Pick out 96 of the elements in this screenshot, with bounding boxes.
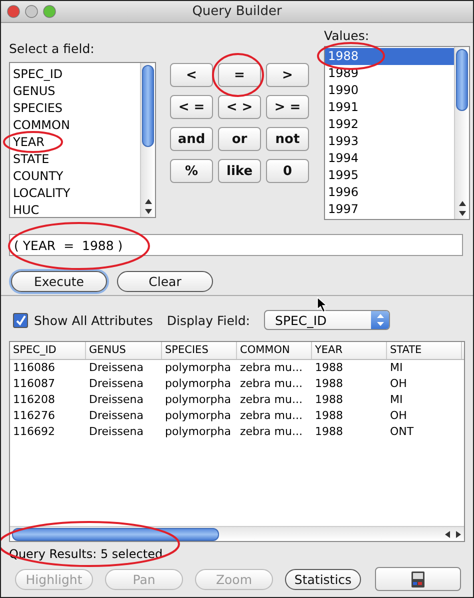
table-cell-text: 116087 xyxy=(12,376,56,392)
action-button[interactable]: Execute xyxy=(11,271,107,292)
field-item[interactable]: SPECIES xyxy=(10,100,140,118)
column-header[interactable]: GENUS xyxy=(86,342,162,359)
field-item[interactable]: STATE xyxy=(10,151,140,168)
annotation-ellipse xyxy=(212,53,264,97)
query-field[interactable]: ( YEAR = 1988 ) xyxy=(9,234,463,256)
value-item[interactable]: 1997 xyxy=(325,201,454,218)
table-cell-text: zebra mu... xyxy=(239,376,304,392)
table-cell-text: polymorpha xyxy=(164,408,232,424)
checkbox[interactable] xyxy=(13,312,28,328)
table-cell-text: Dreissena xyxy=(88,376,145,392)
save-button[interactable] xyxy=(375,567,461,591)
table-cell-text: polymorpha xyxy=(164,360,232,376)
table-cell-text: zebra mu... xyxy=(239,424,304,440)
field-item[interactable]: YEAR xyxy=(10,134,140,152)
table-cell-text: zebra mu... xyxy=(239,392,304,408)
table-cell-text: polymorpha xyxy=(164,424,232,440)
field-item[interactable]: LOCALITY xyxy=(10,185,140,202)
scrollbar[interactable] xyxy=(140,63,155,218)
operator-button[interactable]: not xyxy=(266,127,309,152)
table-cell-text: OH xyxy=(389,408,408,424)
table-cell-text: ONT xyxy=(389,424,415,440)
window-control-icon[interactable] xyxy=(25,5,38,18)
value-item[interactable]: 1992 xyxy=(325,116,454,134)
operator-button[interactable]: % xyxy=(170,159,213,184)
table-cell-text: 116208 xyxy=(12,392,56,408)
scroll-left-icon[interactable] xyxy=(444,530,451,538)
action-button[interactable]: Clear xyxy=(117,271,213,292)
field-item[interactable]: COMMON xyxy=(10,117,140,134)
field-list-label: Select a field: xyxy=(9,41,96,56)
table-cell-text: zebra mu... xyxy=(239,408,304,424)
field-list[interactable]: SPEC_ID GENUS SPECIES COMMON YEAR STATE COUNTY LOCALITY HUC xyxy=(9,62,156,218)
column-header[interactable]: YEAR xyxy=(312,342,387,359)
horizontal-scrollbar[interactable] xyxy=(10,526,464,541)
table-cell-text: Dreissena xyxy=(88,424,145,440)
table-cell-text: 1988 xyxy=(314,392,344,408)
window-title: Query Builder xyxy=(192,4,282,20)
table-cell-text: 1988 xyxy=(314,376,344,392)
table-cell-text: 1988 xyxy=(314,424,344,440)
scroll-up-icon[interactable] xyxy=(144,198,152,206)
table-cell-text: Dreissena xyxy=(88,392,145,408)
field-item[interactable]: SPEC_ID xyxy=(10,66,140,84)
table-cell-text: 1988 xyxy=(314,408,344,424)
field-item[interactable]: COUNTY xyxy=(10,168,140,186)
scroll-up-icon[interactable] xyxy=(458,200,466,208)
table-cell-text: Dreissena xyxy=(88,360,145,376)
value-item[interactable]: 1988 xyxy=(325,48,454,66)
operator-button[interactable]: or xyxy=(218,127,261,152)
scrollbar[interactable] xyxy=(454,47,469,220)
field-item[interactable]: HUC xyxy=(10,202,140,218)
column-header[interactable]: COMMON xyxy=(237,342,312,359)
toolbar-button[interactable]: Statistics xyxy=(285,568,361,590)
table-cell-text: polymorpha xyxy=(164,376,232,392)
column-header[interactable]: SPECIES xyxy=(162,342,237,359)
scroll-right-icon[interactable] xyxy=(455,530,462,538)
table-cell-text: OH xyxy=(389,376,408,392)
value-item[interactable]: 1993 xyxy=(325,133,454,150)
column-header[interactable]: STATE xyxy=(387,342,462,359)
cursor-icon xyxy=(317,297,327,313)
value-item[interactable]: 1990 xyxy=(325,82,454,100)
window-control-icon[interactable] xyxy=(7,5,20,18)
table-cell-text: 116692 xyxy=(12,424,56,440)
annotation-ellipse xyxy=(3,131,63,153)
field-item[interactable]: GENUS xyxy=(10,83,140,100)
table-cell-text: Dreissena xyxy=(88,408,145,424)
window-control-icon[interactable] xyxy=(43,5,56,18)
operator-button[interactable]: = xyxy=(218,63,261,88)
value-item[interactable]: 1996 xyxy=(325,184,454,202)
column-header[interactable]: SPEC_ID xyxy=(10,342,86,359)
table-cell-text: zebra mu... xyxy=(239,360,304,376)
table-cell-text: 1988 xyxy=(314,360,344,376)
display-field-label: Display Field: xyxy=(166,312,250,328)
table-cell-text: 116086 xyxy=(12,360,56,376)
operator-button[interactable]: < > xyxy=(218,95,261,120)
stepper-icon xyxy=(376,314,384,326)
operator-button[interactable]: and xyxy=(170,127,213,152)
operator-button[interactable]: > = xyxy=(266,95,309,120)
display-field-select[interactable]: SPEC_ID xyxy=(264,310,390,330)
operator-button[interactable]: 0 xyxy=(266,159,309,184)
table-cell-text: polymorpha xyxy=(164,392,232,408)
value-item[interactable]: 1995 xyxy=(325,167,454,184)
values-label: Values: xyxy=(324,29,370,44)
table-cell-text: MI xyxy=(389,392,404,408)
annotation-ellipse xyxy=(317,42,385,70)
operator-button[interactable]: < = xyxy=(170,95,213,120)
table-cell-text: MI xyxy=(389,360,404,376)
operator-button[interactable]: like xyxy=(218,159,261,184)
value-item[interactable]: 1991 xyxy=(325,99,454,116)
operator-button[interactable]: < xyxy=(170,63,213,88)
value-item[interactable]: 1994 xyxy=(325,150,454,168)
operator-button[interactable]: > xyxy=(266,63,309,88)
checkbox-label: Show All Attributes xyxy=(34,312,153,328)
scroll-down-icon[interactable] xyxy=(458,210,466,218)
table-cell-text: 116276 xyxy=(12,408,56,424)
scroll-down-icon[interactable] xyxy=(144,208,152,216)
